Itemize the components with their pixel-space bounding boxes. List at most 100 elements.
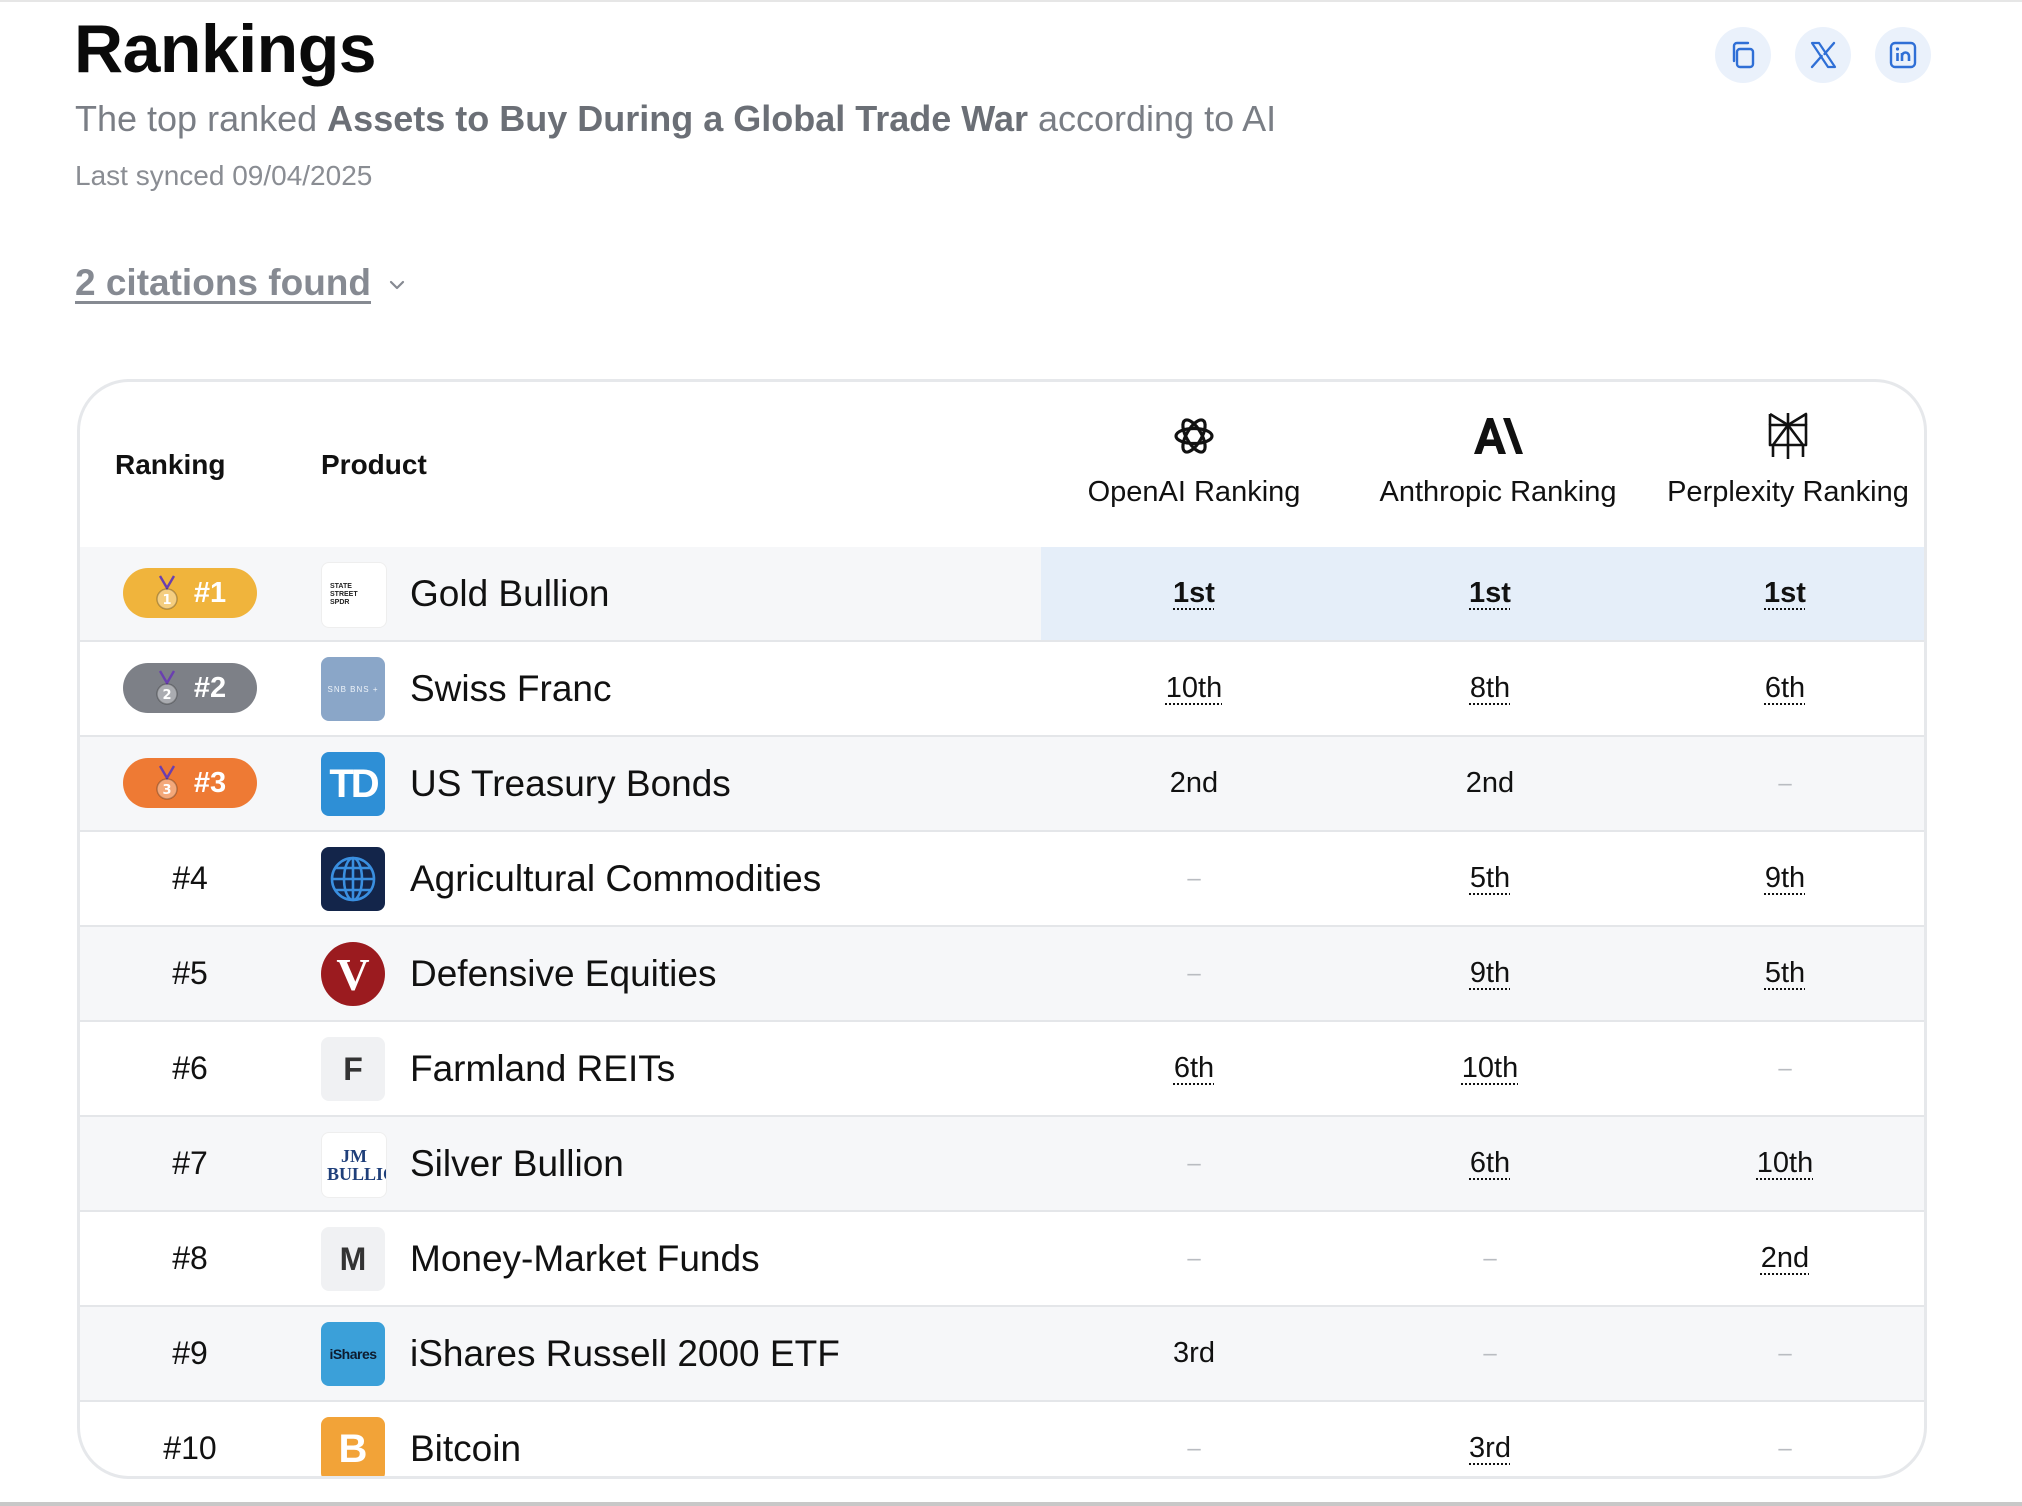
anthropic-rank-cell[interactable]: 3rd: [1390, 1402, 1590, 1476]
perplexity-rank-cell[interactable]: 2nd: [1685, 1212, 1885, 1305]
perplexity-rank-value[interactable]: 6th: [1765, 672, 1805, 705]
perplexity-rank-cell[interactable]: 5th: [1685, 927, 1885, 1020]
openai-rank-value: –: [1187, 1434, 1201, 1462]
ranking-column-header: Ranking: [115, 449, 226, 480]
citations-toggle[interactable]: 2 citations found: [75, 262, 409, 304]
anthropic-rank-cell[interactable]: 5th: [1390, 832, 1590, 925]
openai-rank-cell[interactable]: 6th: [1094, 1022, 1294, 1115]
openai-column-header: OpenAI Ranking: [1084, 396, 1304, 509]
share-linkedin-button[interactable]: [1875, 27, 1931, 83]
medal-number: 2: [162, 688, 171, 703]
rank-badge: 2 #2: [123, 663, 257, 713]
rank-label: #5: [172, 955, 208, 991]
perplexity-rank-value[interactable]: 9th: [1765, 862, 1805, 895]
perplexity-rank-value[interactable]: 5th: [1765, 957, 1805, 990]
rank-label: #9: [172, 1335, 208, 1371]
rankings-table: Ranking Product OpenAI Ranking Anthropic…: [77, 379, 1927, 1479]
anthropic-rank-value[interactable]: 10th: [1462, 1052, 1518, 1085]
table-row: #9 iShares iShares Russell 2000 ETF 3rd – –: [80, 1307, 1924, 1402]
anthropic-column-header: Anthropic Ranking: [1373, 396, 1623, 509]
medal-icon: 1: [156, 575, 178, 610]
openai-rank-value[interactable]: 1st: [1173, 577, 1215, 610]
anthropic-rank-value: –: [1483, 1244, 1497, 1272]
product-name: Money-Market Funds: [410, 1237, 760, 1279]
anthropic-rank-cell: –: [1390, 1307, 1590, 1400]
product-logo-snb: SNB BNS +: [321, 657, 385, 721]
openai-logo-icon: [1174, 418, 1214, 454]
openai-rank-cell: 2nd: [1094, 737, 1294, 830]
perplexity-rank-cell: –: [1685, 1307, 1885, 1400]
page-title: Rankings: [74, 11, 377, 87]
perplexity-rank-value[interactable]: 2nd: [1761, 1242, 1809, 1275]
copy-button[interactable]: [1715, 27, 1771, 83]
product-name: Silver Bullion: [410, 1142, 624, 1184]
anthropic-rank-cell[interactable]: 10th: [1390, 1022, 1590, 1115]
openai-rank-value[interactable]: 6th: [1174, 1052, 1214, 1085]
share-x-button[interactable]: [1795, 27, 1851, 83]
anthropic-rank-value[interactable]: 5th: [1470, 862, 1510, 895]
openai-rank-value: –: [1187, 959, 1201, 987]
perplexity-rank-value[interactable]: 10th: [1757, 1147, 1813, 1180]
openai-rank-cell[interactable]: 10th: [1094, 642, 1294, 735]
product-logo-ishares: iShares: [321, 1322, 385, 1386]
logo-text: JM BULLION: [327, 1146, 386, 1184]
top-border: [0, 0, 2022, 2]
rank-label: #3: [193, 766, 227, 799]
chevron-down-icon: [389, 280, 405, 290]
product-logo-state-street-spdr: STATE STREET SPDR: [321, 562, 387, 628]
openai-rank-value: –: [1187, 1244, 1201, 1272]
anthropic-rank-value[interactable]: 1st: [1469, 577, 1511, 610]
table-row: #5 V Defensive Equities – 9th 5th: [80, 927, 1924, 1022]
anthropic-rank-value[interactable]: 9th: [1470, 957, 1510, 990]
anthropic-rank-value[interactable]: 8th: [1470, 672, 1510, 705]
product-logo-letter-m: M: [321, 1227, 385, 1291]
perplexity-column-header: Perplexity Ranking: [1663, 396, 1913, 509]
perplexity-rank-cell[interactable]: 1st: [1685, 547, 1885, 640]
anthropic-rank-cell: 2nd: [1390, 737, 1590, 830]
anthropic-rank-cell[interactable]: 9th: [1390, 927, 1590, 1020]
citations-label: 2 citations found: [75, 262, 371, 303]
anthropic-rank-value: 2nd: [1465, 767, 1515, 799]
perplexity-rank-value[interactable]: 1st: [1764, 577, 1806, 610]
anthropic-rank-cell[interactable]: 6th: [1390, 1117, 1590, 1210]
perplexity-rank-value: –: [1778, 1434, 1792, 1462]
anthropic-rank-cell[interactable]: 8th: [1390, 642, 1590, 735]
openai-rank-cell[interactable]: 1st: [1094, 547, 1294, 640]
perplexity-rank-cell[interactable]: 10th: [1685, 1117, 1885, 1210]
logo-text: F: [343, 1050, 363, 1087]
table-row: #8 M Money-Market Funds – – 2nd: [80, 1212, 1924, 1307]
logo-text: STATE STREET SPDR: [330, 583, 358, 606]
anthropic-rank-value[interactable]: 3rd: [1469, 1432, 1511, 1465]
openai-rank-value[interactable]: 10th: [1166, 672, 1222, 705]
openai-rank-cell: –: [1094, 927, 1294, 1020]
openai-rank-cell: –: [1094, 1402, 1294, 1476]
logo-text: M: [339, 1240, 367, 1277]
rank-label: #8: [172, 1240, 208, 1276]
openai-rank-value: 3rd: [1173, 1337, 1215, 1369]
x-twitter-icon: [1810, 41, 1837, 69]
table-row: #6 F Farmland REITs 6th 10th –: [80, 1022, 1924, 1117]
copy-icon: [1732, 41, 1755, 69]
perplexity-rank-cell[interactable]: 6th: [1685, 642, 1885, 735]
linkedin-icon: [1889, 41, 1917, 69]
logo-text: V: [336, 948, 370, 1000]
product-name: US Treasury Bonds: [410, 762, 731, 804]
product-name: Swiss Franc: [410, 667, 612, 709]
rank-label: #10: [163, 1430, 217, 1466]
product-name: Bitcoin: [410, 1427, 522, 1469]
product-logo-vanguard: V: [321, 942, 385, 1006]
product-name: Agricultural Commodities: [410, 857, 822, 899]
logo-text: iShares: [329, 1346, 377, 1362]
perplexity-rank-cell[interactable]: 9th: [1685, 832, 1885, 925]
product-name: Gold Bullion: [410, 572, 610, 614]
anthropic-rank-value[interactable]: 6th: [1470, 1147, 1510, 1180]
product-name: Defensive Equities: [410, 952, 717, 994]
product-logo-globe: [321, 847, 385, 911]
openai-rank-cell: –: [1094, 832, 1294, 925]
anthropic-rank-cell: –: [1390, 1212, 1590, 1305]
perplexity-rank-cell: –: [1685, 1402, 1885, 1476]
subtitle-prefix: The top ranked: [75, 98, 328, 139]
rank-label: #7: [172, 1145, 208, 1181]
anthropic-rank-cell[interactable]: 1st: [1390, 547, 1590, 640]
perplexity-rank-value: –: [1778, 1054, 1792, 1082]
